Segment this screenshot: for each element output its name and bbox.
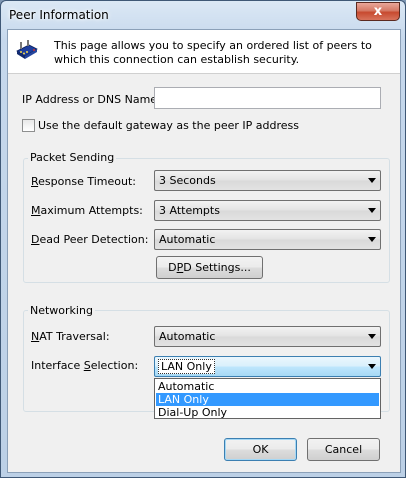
window-title: Peer Information xyxy=(9,8,109,22)
dropdown-option[interactable]: Dial-Up Only xyxy=(156,406,379,419)
peer-information-dialog: Peer Information x This page allows you … xyxy=(0,0,406,478)
dpd-settings-button[interactable]: DPD Settings... xyxy=(156,256,263,279)
chevron-down-icon xyxy=(368,237,376,242)
network-adapter-icon xyxy=(16,40,38,59)
nat-traversal-select[interactable]: Automatic xyxy=(154,326,381,347)
ip-address-label: IP Address or DNS Name: xyxy=(22,93,161,106)
cancel-button[interactable]: Cancel xyxy=(307,438,380,461)
interface-selection-select[interactable]: LAN Only xyxy=(154,356,381,377)
ip-address-input[interactable] xyxy=(154,87,381,109)
dropdown-option[interactable]: Automatic xyxy=(156,380,379,393)
response-timeout-label: Response Timeout: xyxy=(31,175,136,188)
chevron-down-icon xyxy=(368,364,376,369)
info-banner: This page allows you to specify an order… xyxy=(8,30,400,74)
maximum-attempts-label: Maximum Attempts: xyxy=(31,204,143,217)
nat-traversal-label: NAT Traversal: xyxy=(31,330,110,343)
title-bar[interactable]: Peer Information x xyxy=(1,1,405,29)
networking-title: Networking xyxy=(28,304,95,317)
dropdown-option-selected[interactable]: LAN Only xyxy=(156,393,379,406)
chevron-down-icon xyxy=(368,178,376,183)
chevron-down-icon xyxy=(368,208,376,213)
close-button[interactable]: x xyxy=(356,2,400,21)
interface-selection-dropdown: Automatic LAN Only Dial-Up Only xyxy=(154,378,381,419)
banner-description: This page allows you to specify an order… xyxy=(54,39,372,66)
default-gateway-checkbox[interactable] xyxy=(22,119,35,132)
dead-peer-detection-label: Dead Peer Detection: xyxy=(31,233,149,246)
response-timeout-select[interactable]: 3 Seconds xyxy=(154,170,381,191)
packet-sending-title: Packet Sending xyxy=(28,151,117,164)
maximum-attempts-select[interactable]: 3 Attempts xyxy=(154,200,381,221)
dead-peer-detection-select[interactable]: Automatic xyxy=(154,229,381,250)
default-gateway-label: Use the default gateway as the peer IP a… xyxy=(38,119,299,132)
interface-selection-label: Interface Selection: xyxy=(31,359,139,372)
ok-button[interactable]: OK xyxy=(224,438,297,461)
dialog-client-area: This page allows you to specify an order… xyxy=(7,29,401,473)
chevron-down-icon xyxy=(368,334,376,339)
